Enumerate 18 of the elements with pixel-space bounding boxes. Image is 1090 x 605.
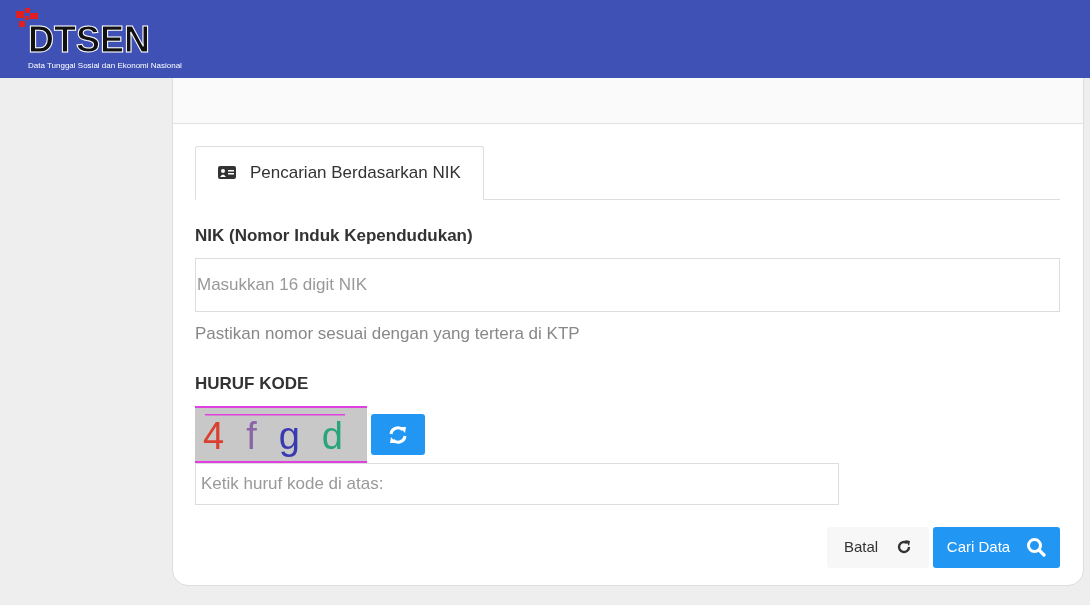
captcha-character: g <box>278 416 300 455</box>
captcha-character: f <box>246 416 257 455</box>
search-icon <box>1026 537 1047 557</box>
logo-text: DTSEN <box>28 22 151 58</box>
nik-input-field[interactable]: Masukkan 16 digit NIK <box>195 257 1060 312</box>
logo-subtitle: Data Tunggal Sosial dan Ekonomi Nasional <box>28 60 182 72</box>
captcha-character: d <box>321 416 343 455</box>
field-label: NIK (Nomor Induk Kependudukan) <box>195 225 474 246</box>
help-text: Pastikan nomor sesuai dengan yang tertera di KTP <box>195 323 581 344</box>
refresh-icon <box>388 424 408 445</box>
reset-icon <box>896 539 913 555</box>
refresh-captcha-button[interactable] <box>371 413 425 455</box>
field-label: HURUF KODE <box>195 373 310 394</box>
tab[interactable]: Pencarian Berdasarkan NIK <box>195 146 484 200</box>
cancel-button[interactable]: Batal <box>827 526 929 568</box>
captcha-input-field[interactable]: Ketik huruf kode di atas: <box>195 462 839 505</box>
id-card-icon <box>218 166 236 180</box>
captcha-character: 4 <box>203 416 225 455</box>
